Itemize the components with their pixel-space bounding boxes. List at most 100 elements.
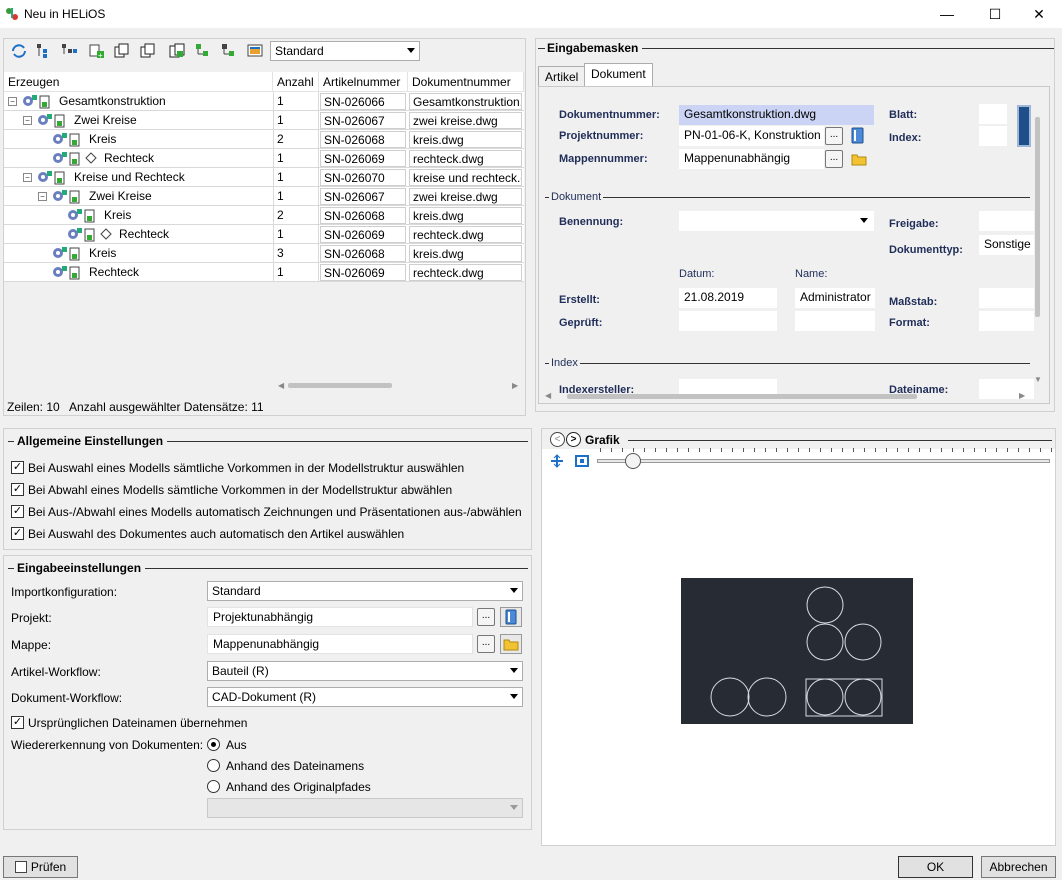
document-stack-icon[interactable] xyxy=(168,42,186,60)
wiedererkennung-radio[interactable] xyxy=(207,780,220,793)
dokumentnummer-field[interactable]: Gesamtkonstruktion.dwg xyxy=(679,105,874,125)
blatt-field[interactable] xyxy=(979,104,1007,124)
next-arrow-icon[interactable]: > xyxy=(566,432,581,447)
zoom-slider-thumb[interactable] xyxy=(625,453,641,469)
close-button[interactable]: ✕ xyxy=(1016,0,1062,28)
table-row[interactable]: − Gesamtkonstruktion 1 SN-026066 Gesamtkonst… xyxy=(4,92,524,111)
format-field[interactable] xyxy=(979,311,1034,331)
abbrechen-button[interactable]: Abbrechen xyxy=(981,856,1056,878)
fit-view-icon[interactable] xyxy=(549,454,565,468)
row-artikelnummer[interactable]: SN-026066 xyxy=(320,93,406,110)
refresh-icon[interactable] xyxy=(10,42,28,60)
ok-button[interactable]: OK xyxy=(898,856,973,878)
zoom-slider-track[interactable] xyxy=(597,459,1050,463)
row-artikelnummer[interactable]: SN-026068 xyxy=(320,207,406,224)
row-artikelnummer[interactable]: SN-026069 xyxy=(320,150,406,167)
scroll-right-arrow[interactable]: ▶ xyxy=(1019,391,1025,400)
tree-expander-icon[interactable]: − xyxy=(8,97,17,106)
row-artikelnummer[interactable]: SN-026068 xyxy=(320,131,406,148)
row-dokumentnummer[interactable]: rechteck.dwg xyxy=(409,264,522,281)
scroll-down-arrow[interactable]: ▼ xyxy=(1034,375,1042,384)
copy-icon[interactable] xyxy=(113,42,131,60)
row-dokumentnummer[interactable]: kreis.dwg xyxy=(409,131,522,148)
dokument-workflow-combo[interactable]: CAD-Dokument (R) xyxy=(207,687,523,707)
freigabe-field[interactable] xyxy=(979,211,1034,231)
geprueft-name-field[interactable] xyxy=(795,311,875,331)
row-dokumentnummer[interactable]: zwei kreise.dwg xyxy=(409,188,522,205)
zoom-extents-icon[interactable] xyxy=(574,454,590,468)
add-item-icon[interactable]: + xyxy=(87,42,105,60)
mappe-field[interactable]: Mappenunabhängig xyxy=(207,634,473,654)
lookup-button[interactable] xyxy=(1017,105,1031,147)
artikel-workflow-combo[interactable]: Bauteil (R) xyxy=(207,661,523,681)
scroll-thumb[interactable] xyxy=(567,394,917,399)
projektnummer-browse-button[interactable]: ... xyxy=(825,127,843,145)
projekt-browse-button[interactable]: ... xyxy=(477,608,495,626)
row-artikelnummer[interactable]: SN-026067 xyxy=(320,112,406,129)
allgemein-checkbox[interactable]: ✓ xyxy=(11,505,24,518)
allgemein-checkbox[interactable]: ✓ xyxy=(11,483,24,496)
import-combo[interactable]: Standard xyxy=(207,581,523,601)
table-row[interactable]: − Kreise und Rechteck 1 SN-026070 kreise und… xyxy=(4,168,524,187)
row-artikelnummer[interactable]: SN-026068 xyxy=(320,245,406,262)
select-tree-icon[interactable] xyxy=(194,42,212,60)
folder-icon[interactable] xyxy=(851,152,867,166)
tree-expander-icon[interactable]: − xyxy=(23,173,32,182)
scroll-thumb[interactable] xyxy=(288,383,392,388)
prev-arrow-icon[interactable]: < xyxy=(550,432,565,447)
row-dokumentnummer[interactable]: kreis.dwg xyxy=(409,207,522,224)
table-row[interactable]: Kreis 2 SN-026068 kreis.dwg xyxy=(4,206,524,225)
scroll-right-arrow[interactable]: ▶ xyxy=(512,381,518,390)
tree-expand-icon[interactable] xyxy=(35,42,53,60)
wiedererkennung-radio[interactable] xyxy=(207,738,220,751)
benennung-combo[interactable] xyxy=(679,211,874,231)
erstellt-date-field[interactable]: 21.08.2019 xyxy=(679,288,777,308)
mappennummer-browse-button[interactable]: ... xyxy=(825,150,843,168)
column-header-anzahl[interactable]: Anzahl xyxy=(273,72,319,92)
row-dokumentnummer[interactable]: Gesamtkonstruktion. xyxy=(409,93,522,110)
row-dokumentnummer[interactable]: rechteck.dwg xyxy=(409,150,522,167)
minimize-button[interactable]: — xyxy=(924,0,970,28)
allgemein-checkbox[interactable]: ✓ xyxy=(11,527,24,540)
book-icon[interactable] xyxy=(500,607,522,627)
column-header-artikelnummer[interactable]: Artikelnummer xyxy=(319,72,408,92)
mask-horizontal-scrollbar[interactable]: ◀ ▶ xyxy=(543,389,1031,403)
folder-icon[interactable] xyxy=(500,634,522,654)
row-dokumentnummer[interactable]: kreise und rechteck.d xyxy=(409,169,522,186)
book-icon[interactable] xyxy=(851,127,865,144)
table-row[interactable]: − Zwei Kreise 1 SN-026067 zwei kreise.dwg xyxy=(4,187,524,206)
original-filename-checkbox[interactable]: ✓ xyxy=(11,716,24,729)
projektnummer-field[interactable]: PN-01-06-K, Konstruktion xyxy=(679,126,824,146)
column-header-dokumentnummer[interactable]: Dokumentnummer xyxy=(408,72,524,92)
tree-expander-icon[interactable]: − xyxy=(23,116,32,125)
row-artikelnummer[interactable]: SN-026069 xyxy=(320,226,406,243)
row-artikelnummer[interactable]: SN-026070 xyxy=(320,169,406,186)
table-row[interactable]: Rechteck 1 SN-026069 rechteck.dwg xyxy=(4,225,524,244)
tab-artikel[interactable]: Artikel xyxy=(538,66,586,86)
grid-horizontal-scrollbar[interactable]: ◀ ▶ xyxy=(276,378,520,392)
row-artikelnummer[interactable]: SN-026069 xyxy=(320,264,406,281)
deselect-tree-icon[interactable] xyxy=(220,42,238,60)
row-dokumentnummer[interactable]: rechteck.dwg xyxy=(409,226,522,243)
table-row[interactable]: Rechteck 1 SN-026069 rechteck.dwg xyxy=(4,263,524,282)
scroll-left-arrow[interactable]: ◀ xyxy=(278,381,284,390)
geprueft-date-field[interactable] xyxy=(679,311,777,331)
mappennummer-field[interactable]: Mappenunabhängig xyxy=(679,149,824,169)
dokumenttyp-field[interactable]: Sonstige xyxy=(979,235,1034,255)
preview-image-icon[interactable] xyxy=(246,42,264,60)
view-combo[interactable]: Standard xyxy=(270,41,420,61)
row-dokumentnummer[interactable]: zwei kreise.dwg xyxy=(409,112,522,129)
duplicate-icon[interactable] xyxy=(139,42,157,60)
pruefen-button[interactable]: Prüfen xyxy=(3,856,78,878)
table-row[interactable]: Kreis 3 SN-026068 kreis.dwg xyxy=(4,244,524,263)
tree-collapse-icon[interactable] xyxy=(60,42,78,60)
scroll-thumb[interactable] xyxy=(1035,117,1040,317)
tab-dokument[interactable]: Dokument xyxy=(584,63,653,87)
allgemein-checkbox[interactable]: ✓ xyxy=(11,461,24,474)
row-artikelnummer[interactable]: SN-026067 xyxy=(320,188,406,205)
massstab-field[interactable] xyxy=(979,288,1034,308)
wiedererkennung-radio[interactable] xyxy=(207,759,220,772)
table-row[interactable]: Kreis 2 SN-026068 kreis.dwg xyxy=(4,130,524,149)
projekt-field[interactable]: Projektunabhängig xyxy=(207,607,473,627)
table-row[interactable]: Rechteck 1 SN-026069 rechteck.dwg xyxy=(4,149,524,168)
